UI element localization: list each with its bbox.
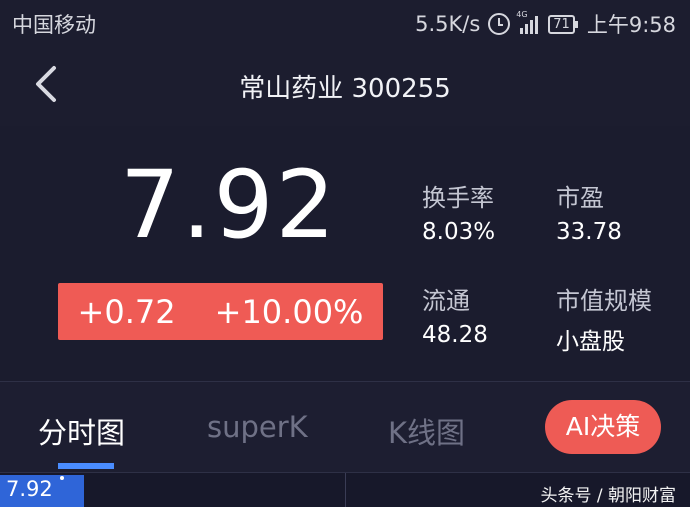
metric-value: 8.03%: [422, 219, 496, 245]
tab-superk[interactable]: superK: [207, 410, 308, 444]
price-line-dot: [60, 476, 64, 480]
network-speed: 5.5K/s: [415, 12, 481, 36]
active-tab-indicator: [58, 463, 114, 469]
intraday-chart[interactable]: 7.92 头条号 / 朝阳财富: [0, 472, 690, 507]
metric-market-cap-size: 市值规模 小盘股: [556, 281, 652, 356]
ai-decision-button[interactable]: AI决策: [545, 400, 661, 454]
signal-strength-icon: 4G: [516, 10, 539, 34]
nav-header: 常山药业 300255: [0, 46, 690, 126]
chart-tab-bar: 分时图 superK K线图 AI决策: [0, 382, 690, 472]
price-change: +0.72: [77, 292, 176, 331]
quote-panel: 7.92 +0.72 +10.00% 换手率 8.03% 市盈 33.78 流通…: [0, 126, 690, 381]
page-title: 常山药业 300255: [239, 74, 451, 104]
carrier-name: 中国移动: [12, 13, 96, 37]
network-type: 4G: [516, 10, 528, 19]
metric-value: 48.28: [422, 322, 488, 348]
current-price: 7.92: [120, 151, 338, 260]
metric-label: 换手率: [422, 184, 494, 212]
metric-float: 流通 48.28: [422, 281, 488, 348]
signal-bar: [535, 16, 539, 34]
battery-icon: 71: [548, 14, 578, 34]
status-indicators: 5.5K/s 4G 71 上午9:58: [415, 9, 676, 39]
chart-price-label: 7.92: [0, 475, 84, 507]
stock-detail-screen: 中国移动 5.5K/s 4G 71 上午9:58 常山药业 300255 7.9…: [0, 0, 690, 507]
status-time: 上午9:58: [586, 13, 676, 37]
signal-bar: [520, 28, 524, 34]
metric-value: 33.78: [556, 219, 622, 245]
price-change-percent: +10.00%: [214, 292, 364, 331]
metric-value: 小盘股: [556, 329, 625, 355]
metric-turnover: 换手率 8.03%: [422, 178, 495, 245]
price-change-badge: +0.72 +10.00%: [58, 283, 383, 340]
watermark: 头条号 / 朝阳财富: [540, 486, 676, 506]
chart-midline: [345, 473, 346, 507]
tab-kline[interactable]: K线图: [388, 410, 465, 452]
metric-label: 流通: [422, 287, 470, 315]
tab-intraday[interactable]: 分时图: [38, 410, 125, 452]
status-bar: 中国移动 5.5K/s 4G 71 上午9:58: [0, 0, 690, 46]
signal-bar: [525, 24, 529, 34]
alarm-clock-icon: [488, 13, 511, 35]
metric-pe: 市盈 33.78: [556, 178, 622, 245]
signal-bar: [530, 20, 534, 34]
metric-label: 市盈: [556, 184, 604, 212]
metric-label: 市值规模: [556, 287, 652, 315]
